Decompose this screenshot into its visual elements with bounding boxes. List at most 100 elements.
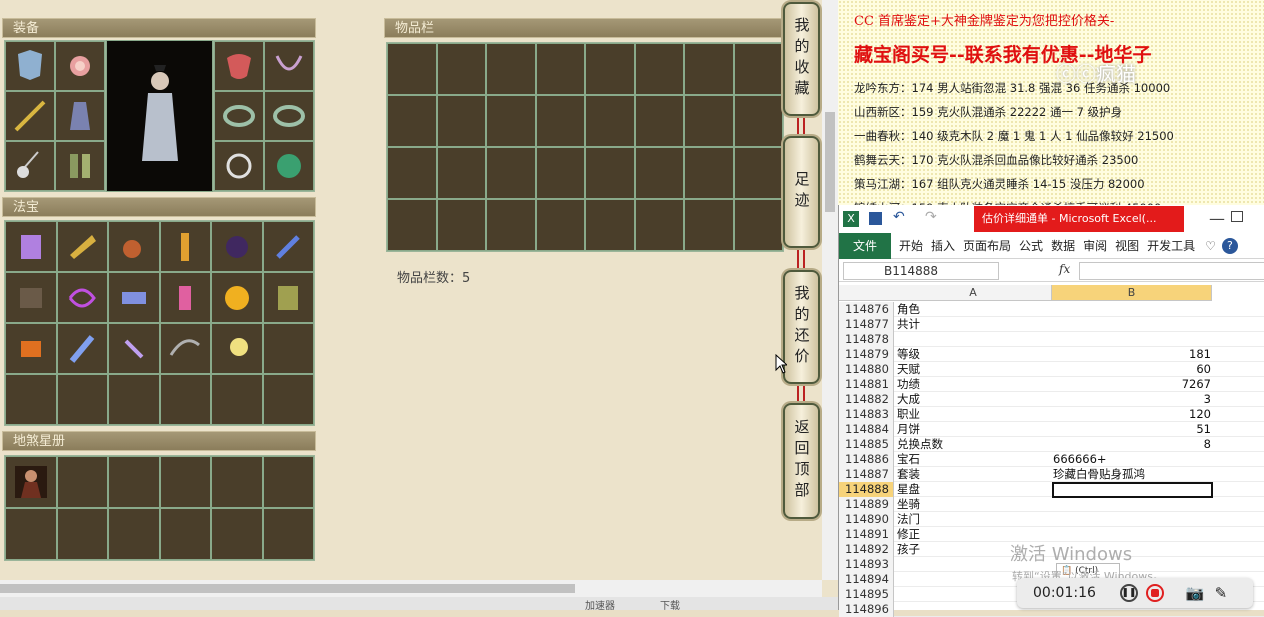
file-tab[interactable]: 文件 xyxy=(839,232,891,259)
cell-a[interactable]: 共计 xyxy=(897,317,1047,332)
fabao-slot[interactable] xyxy=(159,221,211,272)
camera-icon[interactable]: 📷 xyxy=(1186,584,1205,602)
cell-b[interactable]: 120 xyxy=(1053,407,1213,422)
row-number[interactable]: 114884 xyxy=(839,422,894,437)
fabao-slot[interactable] xyxy=(262,272,314,323)
cell-b[interactable]: 珍藏白骨贴身孤鸿 xyxy=(1053,467,1213,482)
disha-slot[interactable] xyxy=(262,508,314,560)
undo-icon[interactable]: ↶ xyxy=(893,209,905,225)
row-number[interactable]: 114879 xyxy=(839,347,894,362)
disha-slot[interactable] xyxy=(5,508,57,560)
fabao-slot[interactable] xyxy=(56,374,108,425)
bag-slot[interactable] xyxy=(387,95,437,147)
bag-slot[interactable] xyxy=(684,43,734,95)
equip-slot[interactable] xyxy=(5,91,55,141)
equip-slot[interactable] xyxy=(264,141,314,191)
ribbon-collapse-icon[interactable]: ♡ xyxy=(1205,239,1216,253)
row-number[interactable]: 114888 xyxy=(839,482,894,497)
bag-slot[interactable] xyxy=(486,43,536,95)
cell-b[interactable]: 181 xyxy=(1053,347,1213,362)
fabao-slot[interactable] xyxy=(108,272,160,323)
disha-slot[interactable] xyxy=(159,456,211,508)
row-number[interactable]: 114891 xyxy=(839,527,894,542)
cell-a[interactable]: 宝石 xyxy=(897,452,1047,467)
bag-slot[interactable] xyxy=(535,199,585,251)
pause-icon[interactable]: ❚❚ xyxy=(1119,584,1138,602)
tab-formulas[interactable]: 公式 xyxy=(1019,237,1043,254)
bag-slot[interactable] xyxy=(436,43,486,95)
fabao-slot[interactable] xyxy=(5,374,57,425)
fabao-slot[interactable] xyxy=(5,272,57,323)
tab-home[interactable]: 开始 xyxy=(899,237,923,254)
equip-slot[interactable] xyxy=(264,91,314,141)
cell-b[interactable]: 3 xyxy=(1053,392,1213,407)
row-number[interactable]: 114892 xyxy=(839,542,894,557)
disha-slot[interactable] xyxy=(108,508,160,560)
row-number[interactable]: 114885 xyxy=(839,437,894,452)
equip-slot[interactable] xyxy=(214,41,264,91)
cell-a[interactable]: 职业 xyxy=(897,407,1047,422)
bag-slot[interactable] xyxy=(684,95,734,147)
row-number[interactable]: 114890 xyxy=(839,512,894,527)
bag-slot[interactable] xyxy=(733,147,783,199)
equip-slot[interactable] xyxy=(55,91,105,141)
cell-b[interactable]: 666666+ xyxy=(1053,452,1213,467)
row-number[interactable]: 114887 xyxy=(839,467,894,482)
bag-slot[interactable] xyxy=(486,147,536,199)
fabao-slot[interactable] xyxy=(262,374,314,425)
bag-slot[interactable] xyxy=(387,43,437,95)
equip-slot[interactable] xyxy=(5,41,55,91)
tab-developer[interactable]: 开发工具 xyxy=(1147,237,1195,254)
column-header-corner[interactable] xyxy=(839,285,895,301)
fabao-slot[interactable] xyxy=(108,221,160,272)
fabao-slot[interactable] xyxy=(5,323,57,374)
disha-slot[interactable] xyxy=(262,456,314,508)
cell-a[interactable]: 兑换点数 xyxy=(897,437,1047,452)
disha-slot[interactable] xyxy=(108,456,160,508)
row-number[interactable]: 114883 xyxy=(839,407,894,422)
equip-slot[interactable] xyxy=(55,41,105,91)
tab-insert[interactable]: 插入 xyxy=(931,237,955,254)
equip-slot[interactable] xyxy=(55,141,105,191)
bag-slot[interactable] xyxy=(634,95,684,147)
bag-slot[interactable] xyxy=(634,43,684,95)
cell-b[interactable]: 8 xyxy=(1053,437,1213,452)
equip-slot[interactable] xyxy=(214,91,264,141)
row-number[interactable]: 114889 xyxy=(839,497,894,512)
row-number[interactable]: 114882 xyxy=(839,392,894,407)
disha-slot[interactable] xyxy=(211,508,263,560)
page-horizontal-scrollbar[interactable] xyxy=(0,580,822,597)
fabao-slot[interactable] xyxy=(56,323,108,374)
tab-view[interactable]: 视图 xyxy=(1115,237,1139,254)
bag-slot[interactable] xyxy=(436,199,486,251)
bag-slot[interactable] xyxy=(634,147,684,199)
cell-a[interactable]: 法门 xyxy=(897,512,1047,527)
fabao-slot[interactable] xyxy=(56,272,108,323)
cell-a[interactable]: 角色 xyxy=(897,302,1047,317)
disha-slot[interactable] xyxy=(211,456,263,508)
bag-slot[interactable] xyxy=(585,199,635,251)
fabao-slot[interactable] xyxy=(108,374,160,425)
bag-slot[interactable] xyxy=(486,199,536,251)
tab-page-layout[interactable]: 页面布局 xyxy=(963,237,1011,254)
bag-slot[interactable] xyxy=(535,147,585,199)
cell-b[interactable]: 60 xyxy=(1053,362,1213,377)
equip-slot[interactable] xyxy=(5,141,55,191)
row-number[interactable]: 114881 xyxy=(839,377,894,392)
equip-slot[interactable] xyxy=(214,141,264,191)
row-number[interactable]: 114886 xyxy=(839,452,894,467)
row-number[interactable]: 114880 xyxy=(839,362,894,377)
bag-slot[interactable] xyxy=(585,95,635,147)
row-number[interactable]: 114893 xyxy=(839,557,894,572)
bag-slot[interactable] xyxy=(436,147,486,199)
selected-cell[interactable] xyxy=(1052,482,1213,498)
row-number[interactable]: 114894 xyxy=(839,572,894,587)
scrollbar-thumb[interactable] xyxy=(825,112,835,212)
fabao-slot[interactable] xyxy=(159,323,211,374)
fabao-slot[interactable] xyxy=(159,272,211,323)
bag-slot[interactable] xyxy=(684,199,734,251)
help-icon[interactable]: ? xyxy=(1221,237,1238,254)
cell-a[interactable]: 套装 xyxy=(897,467,1047,482)
fabao-slot[interactable] xyxy=(262,323,314,374)
bag-slot[interactable] xyxy=(733,95,783,147)
